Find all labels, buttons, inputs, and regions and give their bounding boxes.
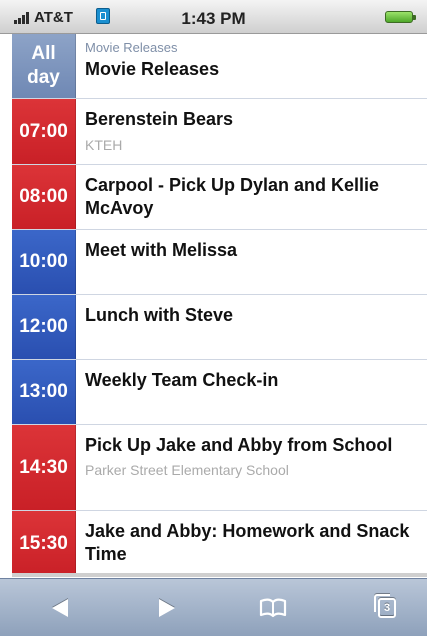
event-content: Berenstein Bears KTEH: [76, 99, 427, 164]
pages-icon: 3: [374, 594, 396, 618]
event-content: Meet with Melissa: [76, 230, 427, 294]
event-time: 08:00: [12, 165, 76, 229]
event-time: 10:00: [12, 230, 76, 294]
pages-button[interactable]: 3: [372, 593, 402, 623]
status-time: 1:43 PM: [181, 9, 246, 28]
forward-button[interactable]: [152, 593, 182, 623]
event-row[interactable]: 12:00 Lunch with Steve: [12, 295, 427, 360]
all-day-label-line2: day: [27, 67, 60, 88]
event-title: Berenstein Bears: [85, 109, 234, 129]
event-title: Pick Up Jake and Abby from School: [85, 435, 393, 455]
all-day-label-line1: All: [31, 43, 56, 64]
event-content: Jake and Abby: Homework and Snack Time: [76, 511, 427, 576]
event-row[interactable]: 15:30 Jake and Abby: Homework and Snack …: [12, 511, 427, 577]
event-row[interactable]: 14:30 Pick Up Jake and Abby from School …: [12, 425, 427, 511]
event-list: All day Movie Releases Movie Releases 07…: [12, 34, 427, 577]
event-time: 12:00: [12, 295, 76, 359]
event-content: Pick Up Jake and Abby from School Parker…: [76, 425, 427, 510]
forward-arrow-icon: [159, 599, 175, 617]
event-content: Lunch with Steve: [76, 295, 427, 359]
event-row[interactable]: 08:00 Carpool - Pick Up Dylan and Kellie…: [12, 165, 427, 230]
status-bar: AT&T 1:43 PM: [0, 0, 427, 34]
bottom-toolbar: 3: [0, 578, 427, 636]
event-location: Parker Street Elementary School: [85, 462, 289, 478]
event-title: Lunch with Steve: [85, 305, 234, 325]
event-location: KTEH: [85, 137, 123, 153]
event-content: Movie Releases Movie Releases: [76, 34, 427, 98]
back-arrow-icon: [52, 599, 68, 617]
event-time: 13:00: [12, 360, 76, 424]
list-bottom-edge: [12, 573, 427, 577]
bookmarks-button[interactable]: [258, 593, 288, 623]
event-row[interactable]: 13:00 Weekly Team Check-in: [12, 360, 427, 425]
all-day-event[interactable]: All day Movie Releases Movie Releases: [12, 34, 427, 99]
event-calendar-name: Movie Releases: [85, 40, 178, 55]
event-time: 15:30: [12, 511, 76, 576]
event-content: Carpool - Pick Up Dylan and Kellie McAvo…: [76, 165, 427, 229]
bookmarks-book-icon: [259, 598, 287, 618]
battery-icon: [385, 11, 416, 23]
all-day-label: All day: [12, 34, 76, 98]
back-button[interactable]: [45, 593, 75, 623]
event-title: Carpool - Pick Up Dylan and Kellie McAvo…: [85, 175, 380, 218]
event-time: 07:00: [12, 99, 76, 164]
event-title: Weekly Team Check-in: [85, 370, 279, 390]
event-title: Meet with Melissa: [85, 240, 238, 260]
pages-count: 3: [383, 602, 391, 614]
event-title: Movie Releases: [85, 59, 220, 79]
event-title: Jake and Abby: Homework and Snack Time: [85, 521, 410, 564]
event-row[interactable]: 07:00 Berenstein Bears KTEH: [12, 99, 427, 165]
event-row[interactable]: 10:00 Meet with Melissa: [12, 230, 427, 295]
event-content: Weekly Team Check-in: [76, 360, 427, 424]
phone-screen: AT&T 1:43 PM All day Movie Releases Movi…: [0, 0, 427, 636]
event-time: 14:30: [12, 425, 76, 510]
